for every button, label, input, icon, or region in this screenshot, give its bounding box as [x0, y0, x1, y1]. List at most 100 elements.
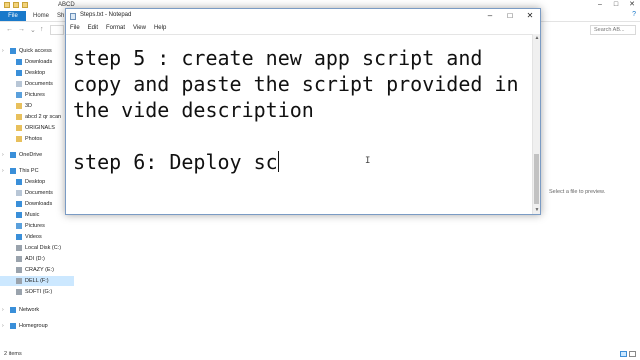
maximize-button[interactable]: □ — [608, 0, 624, 10]
sidebar-item-label: SOFTI (G:) — [25, 289, 53, 295]
sidebar-item-label: Local Disk (C:) — [25, 245, 62, 251]
sidebar-item-label: abcd 2 qr scan — [25, 114, 62, 120]
scroll-down-icon[interactable]: ▼ — [533, 207, 541, 213]
sidebar-item-label: Desktop — [25, 179, 46, 185]
status-bar: 2 items — [4, 351, 22, 357]
sidebar-item[interactable]: Documents — [0, 79, 74, 89]
chevron-right-icon[interactable]: › — [2, 46, 4, 56]
menu-format[interactable]: Format — [106, 23, 125, 33]
editor-text[interactable]: step 5 : create new app script and copy a… — [73, 45, 531, 175]
chevron-right-icon[interactable]: › — [2, 166, 4, 176]
menu-help[interactable]: Help — [154, 23, 166, 33]
chevron-right-icon[interactable]: › — [2, 305, 4, 315]
sidebar-item[interactable]: › OneDrive — [0, 150, 74, 160]
chevron-right-icon[interactable]: › — [2, 321, 4, 331]
drive-icon — [16, 289, 22, 295]
close-button[interactable]: ✕ — [624, 0, 640, 10]
sidebar-item-label: This PC — [19, 168, 39, 174]
text-line: step 5 : create new app script and — [73, 46, 483, 70]
sidebar-item[interactable]: Desktop — [0, 68, 74, 78]
view-buttons — [620, 351, 636, 357]
sidebar-item-label: ORIGINALS — [25, 125, 55, 131]
sidebar-item[interactable]: CRAZY (E:) — [0, 265, 74, 275]
cloud-icon — [10, 152, 16, 158]
sidebar-item-label: Network — [19, 307, 40, 313]
music-icon — [16, 212, 22, 218]
sidebar-item-label: ADI (D:) — [25, 256, 45, 262]
sidebar-item[interactable]: Pictures — [0, 221, 74, 231]
search-input[interactable]: Search AB... — [590, 25, 636, 35]
recent-locations-icon[interactable]: ⌄ — [30, 26, 36, 34]
back-icon[interactable]: ← — [6, 26, 13, 33]
pictures-icon — [16, 92, 22, 98]
sidebar-item-label: Music — [25, 212, 40, 218]
sidebar-item[interactable]: Downloads — [0, 57, 74, 67]
drive-icon — [16, 245, 22, 251]
sidebar-item-label: Homegroup — [19, 323, 48, 329]
network-icon — [10, 307, 16, 313]
up-icon[interactable]: ↑ — [40, 26, 44, 33]
sidebar-item[interactable]: › Network — [0, 305, 74, 315]
documents-icon — [16, 81, 22, 87]
videos-icon — [16, 234, 22, 240]
text-line: step 6: Deploy sc — [73, 150, 278, 174]
sidebar-item[interactable]: DELL (F:) — [0, 276, 74, 286]
sidebar-item[interactable]: 3D — [0, 101, 74, 111]
large-icons-view-icon[interactable] — [629, 351, 636, 357]
tab-file[interactable]: File — [0, 11, 26, 21]
notepad-window-controls: – □ ✕ — [480, 9, 540, 23]
sidebar-item[interactable]: Desktop — [0, 177, 74, 187]
text-line: the vide description — [73, 98, 314, 122]
sidebar-item[interactable]: Photos — [0, 134, 74, 144]
chevron-right-icon[interactable]: › — [2, 150, 4, 160]
sidebar-item[interactable]: Pictures — [0, 90, 74, 100]
drive-icon — [16, 256, 22, 262]
navigation-pane: › Quick access Downloads Desktop Documents Pi… — [0, 42, 74, 344]
help-icon[interactable]: ? — [632, 11, 636, 18]
sidebar-item[interactable]: Music — [0, 210, 74, 220]
sidebar-item[interactable]: Videos — [0, 232, 74, 242]
properties-icon[interactable] — [13, 2, 19, 8]
folder-icon[interactable] — [4, 2, 10, 8]
menu-edit[interactable]: Edit — [88, 23, 98, 33]
minimize-button[interactable]: – — [480, 9, 500, 23]
sidebar-item[interactable]: ADI (D:) — [0, 254, 74, 264]
sidebar-item[interactable]: › Homegroup — [0, 321, 74, 331]
sidebar-item-label: Pictures — [25, 223, 45, 229]
menu-view[interactable]: View — [133, 23, 146, 33]
text-line-current: step 6: Deploy sc — [73, 149, 531, 175]
sidebar-item[interactable]: › This PC — [0, 166, 74, 176]
sidebar-item[interactable]: › Quick access — [0, 46, 74, 56]
scroll-up-icon[interactable]: ▲ — [533, 35, 541, 41]
sidebar-item[interactable]: ORIGINALS — [0, 123, 74, 133]
notepad-titlebar[interactable]: Steps.txt - Notepad – □ ✕ — [66, 9, 540, 23]
sidebar-item-label: 3D — [25, 103, 33, 109]
folder-icon — [16, 136, 22, 142]
sidebar-item[interactable]: abcd 2 qr scan — [0, 112, 74, 122]
close-button[interactable]: ✕ — [520, 9, 540, 23]
address-bar[interactable] — [50, 25, 64, 35]
quick-access-toolbar — [4, 1, 28, 9]
sidebar-item[interactable]: Documents — [0, 188, 74, 198]
scroll-thumb[interactable] — [534, 154, 539, 204]
text-line — [73, 123, 531, 149]
sidebar-item-label: Quick access — [19, 48, 52, 54]
sidebar-item[interactable]: Downloads — [0, 199, 74, 209]
sidebar-item[interactable]: SOFTI (G:) — [0, 287, 74, 297]
vertical-scrollbar[interactable]: ▲ ▼ — [532, 34, 540, 214]
folder-icon — [16, 114, 22, 120]
explorer-scrollbar[interactable] — [628, 42, 634, 342]
maximize-button[interactable]: □ — [500, 9, 520, 23]
details-view-icon[interactable] — [620, 351, 627, 357]
sidebar-item-label: DELL (F:) — [25, 278, 49, 284]
minimize-button[interactable]: – — [592, 0, 608, 10]
sidebar-item[interactable]: Local Disk (C:) — [0, 243, 74, 253]
forward-icon[interactable]: → — [18, 26, 25, 33]
tab-home[interactable]: Home — [28, 11, 54, 21]
pictures-icon — [16, 223, 22, 229]
sidebar-item-label: Desktop — [25, 70, 46, 76]
menu-bar: File Edit Format View Help — [66, 23, 540, 33]
new-folder-icon[interactable] — [22, 2, 28, 8]
menu-file[interactable]: File — [70, 23, 80, 33]
sidebar-item-label: Photos — [25, 136, 43, 142]
